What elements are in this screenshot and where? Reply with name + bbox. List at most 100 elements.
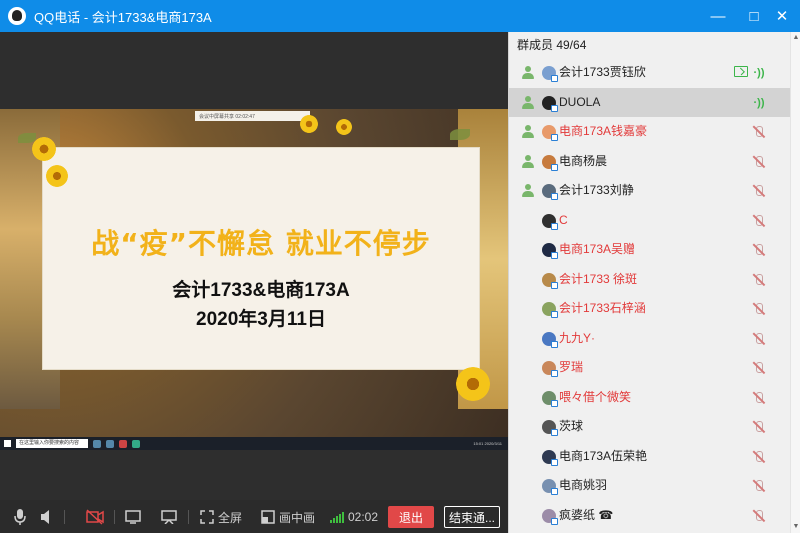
mic-muted-icon[interactable] <box>752 420 766 434</box>
avatar <box>542 420 558 436</box>
scroll-up-arrow-icon[interactable]: ▲ <box>791 32 800 44</box>
picture-in-picture-icon <box>261 510 275 524</box>
member-row[interactable]: 电商173A吴赠 <box>509 235 800 265</box>
member-row[interactable]: DUOLA ·)) <box>509 87 800 117</box>
person-icon <box>521 184 535 198</box>
member-row[interactable]: C <box>509 206 800 236</box>
mic-muted-icon[interactable] <box>752 479 766 493</box>
mic-muted-icon[interactable] <box>752 509 766 523</box>
device-badge-icon <box>551 252 558 259</box>
taskbar-app-icon <box>119 439 127 448</box>
member-list[interactable]: 会计1733贾钰欣 ·)) DUOLA ·)) 电商173A钱嘉豪电商杨晨会计1733刘… <box>509 58 800 530</box>
divider <box>114 510 115 524</box>
fullscreen-button[interactable]: 全屏 <box>198 506 244 528</box>
presentation-icon <box>161 510 177 524</box>
member-row[interactable]: 电商173A伍荣艳 <box>509 442 800 472</box>
avatar <box>542 125 558 141</box>
fullscreen-icon <box>200 510 214 524</box>
slide-class-line: 会计1733&电商173A <box>172 280 350 301</box>
remote-search-box: 在这里输入你要搜索的内容 <box>16 439 88 448</box>
member-name: 电商173A钱嘉豪 <box>559 124 648 138</box>
person-icon <box>521 125 535 139</box>
window-title: QQ电话 - 会计1733&电商173A <box>34 9 212 25</box>
avatar <box>542 66 558 82</box>
windows-start-icon <box>4 440 11 447</box>
member-name: 九九Y· <box>559 330 596 345</box>
member-row[interactable]: 会计1733石梓涵 <box>509 294 800 324</box>
mic-muted-icon[interactable] <box>752 184 766 198</box>
microphone-button[interactable] <box>10 506 30 528</box>
avatar <box>542 154 558 171</box>
mic-muted-icon[interactable] <box>752 273 766 287</box>
member-name: 疯婆纸 ☎ <box>559 507 614 522</box>
avatar <box>542 479 558 495</box>
member-name: 会计1733刘静 <box>559 183 634 197</box>
member-name: 喂々借个微笑 <box>559 389 632 404</box>
member-row[interactable]: 电商173A钱嘉豪 <box>509 117 800 147</box>
leaf-decor <box>450 129 470 140</box>
members-header: 群成员 49/64 <box>517 38 587 52</box>
device-badge-icon <box>551 370 558 377</box>
avatar <box>542 361 558 377</box>
device-badge-icon <box>551 134 558 141</box>
flower-decor <box>46 165 68 187</box>
device-badge-icon <box>551 488 558 495</box>
mic-muted-icon[interactable] <box>752 302 766 316</box>
member-row[interactable]: 罗瑞 <box>509 353 800 383</box>
flower-decor <box>32 137 56 161</box>
camera-off-button[interactable] <box>84 506 106 528</box>
device-badge-icon <box>551 104 558 112</box>
slide-date-line: 2020年3月11日 <box>196 309 326 330</box>
mic-muted-icon[interactable] <box>752 450 766 464</box>
avatar <box>542 95 558 112</box>
member-row[interactable]: 喂々借个微笑 <box>509 383 800 413</box>
remote-taskbar: 在这里输入你要搜索的内容 15:01 2020/3/11 <box>0 437 508 450</box>
member-name: 电商姚羽 <box>559 478 608 492</box>
title-bar: QQ电话 - 会计1733&电商173A — □ ✕ <box>0 0 800 32</box>
mic-muted-icon[interactable] <box>752 125 766 139</box>
device-badge-icon <box>551 222 558 230</box>
picture-in-picture-label: 画中画 <box>278 510 315 525</box>
speaking-icon[interactable]: ·)) <box>752 66 766 80</box>
member-row[interactable]: 九九Y· <box>509 324 800 354</box>
mic-muted-icon[interactable] <box>752 361 766 375</box>
avatar <box>542 272 558 289</box>
mic-muted-icon[interactable] <box>752 391 766 405</box>
end-call-button[interactable]: 结束通... <box>444 506 500 528</box>
device-badge-icon <box>551 340 558 348</box>
share-screen-button[interactable] <box>122 506 144 528</box>
members-panel: 群成员 49/64 会计1733贾钰欣 ·)) DUOLA ·)) 电商173A钱嘉豪电… <box>508 32 800 533</box>
speaking-icon[interactable]: ·)) <box>752 96 766 110</box>
avatar <box>542 184 558 200</box>
mic-muted-icon[interactable] <box>752 243 766 257</box>
mic-muted-icon[interactable] <box>752 214 766 228</box>
picture-in-picture-button[interactable]: 画中画 <box>258 506 318 528</box>
minimize-button[interactable]: — <box>702 0 734 32</box>
scrollbar[interactable]: ▲ ▼ <box>790 32 800 533</box>
exit-button[interactable]: 退出 <box>388 506 434 528</box>
avatar <box>542 449 558 466</box>
member-row[interactable]: 会计1733贾钰欣 ·)) <box>509 58 800 88</box>
person-icon <box>521 66 535 80</box>
member-row[interactable]: 电商姚羽 <box>509 471 800 501</box>
device-badge-icon <box>551 281 558 289</box>
divider <box>188 510 189 524</box>
member-row[interactable]: 电商杨晨 <box>509 147 800 177</box>
video-area[interactable]: 会议中屏幕共享 02:02:47 战“疫”不懈怠 就业不停步 会计1733&电商… <box>0 32 508 500</box>
close-button[interactable]: ✕ <box>766 0 798 32</box>
taskbar-app-icon <box>132 439 140 448</box>
speaker-button[interactable] <box>36 506 56 528</box>
member-row[interactable]: 疯婆纸 ☎ <box>509 501 800 531</box>
fullscreen-label: 全屏 <box>217 510 242 525</box>
member-row[interactable]: 会计1733刘静 <box>509 176 800 206</box>
scroll-down-arrow-icon[interactable]: ▼ <box>791 521 800 533</box>
presentation-button[interactable] <box>158 506 180 528</box>
member-name: 会计1733石梓涵 <box>559 301 646 315</box>
share-screen-icon <box>125 510 141 524</box>
member-name: DUOLA <box>559 94 601 109</box>
member-row[interactable]: 会计1733 徐斑 <box>509 265 800 295</box>
device-badge-icon <box>551 517 558 525</box>
mic-muted-icon[interactable] <box>752 332 766 346</box>
member-row[interactable]: 茨球 <box>509 412 800 442</box>
mic-muted-icon[interactable] <box>752 155 766 169</box>
